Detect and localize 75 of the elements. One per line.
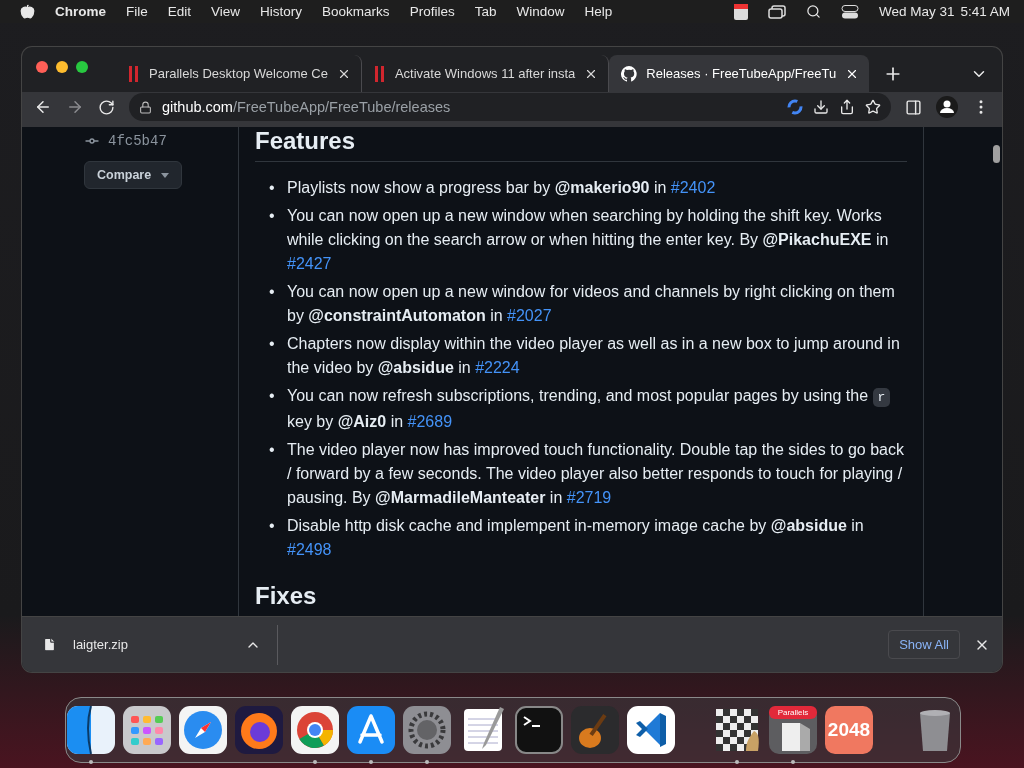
caret-icon bbox=[161, 172, 170, 178]
scrollbar-thumb[interactable] bbox=[993, 145, 1000, 163]
menu-item[interactable]: Profiles bbox=[409, 4, 455, 19]
reload-icon[interactable] bbox=[98, 98, 115, 116]
menu-date[interactable]: Wed May 31 bbox=[878, 4, 955, 19]
bullet: • bbox=[269, 440, 276, 460]
double-bar-icon bbox=[373, 65, 386, 82]
compare-button[interactable]: Compare bbox=[84, 161, 183, 189]
search-icon[interactable] bbox=[805, 4, 821, 19]
issue-link[interactable]: #2027 bbox=[507, 307, 552, 324]
bullet: • bbox=[269, 386, 276, 406]
menu-item[interactable]: Chrome bbox=[55, 4, 106, 19]
guitar-app-icon[interactable] bbox=[570, 705, 620, 755]
commit-hash[interactable]: 4fc5b47 bbox=[108, 133, 167, 149]
key-code: r bbox=[872, 388, 891, 407]
back-icon[interactable] bbox=[34, 98, 52, 116]
menu-item[interactable]: Help bbox=[584, 4, 613, 19]
compass-app-icon[interactable] bbox=[178, 705, 228, 755]
star-icon[interactable] bbox=[865, 99, 881, 115]
double-bar-icon bbox=[128, 65, 140, 82]
app-label: 2048 bbox=[827, 719, 871, 741]
side-panel-icon[interactable] bbox=[905, 98, 922, 116]
feature-item: The video player now has improved touch functionality. Double tap the sides to go back / forward by a few seconds. The video player also better responds to touch for playing / pausing. By @MarmadileManteater in #2719 bbox=[287, 440, 904, 508]
app-grid-icon[interactable] bbox=[122, 705, 172, 755]
close-window-button[interactable] bbox=[36, 60, 48, 73]
feature-item: Playlists now show a progress bar by @makerio90 in #2402 bbox=[287, 178, 716, 198]
zoom-window-button[interactable] bbox=[76, 60, 88, 73]
issue-link[interactable]: #2402 bbox=[670, 179, 716, 196]
menu-item[interactable]: Tab bbox=[474, 4, 497, 19]
issue-link[interactable]: #2689 bbox=[407, 413, 453, 430]
tricolor-circle-app-icon[interactable] bbox=[290, 705, 340, 755]
address-field[interactable]: github.com/FreeTubeApp/FreeTube/releases bbox=[129, 93, 891, 121]
apple-menu-icon[interactable] bbox=[20, 4, 35, 19]
lock-icon bbox=[139, 100, 152, 114]
terminal-icon[interactable] bbox=[514, 705, 564, 755]
menu-time[interactable]: 5:41 AM bbox=[960, 4, 1010, 19]
feature-item: You can now open up a new window for videos and channels by right clicking on them by @constraintAutomaton in #2027 bbox=[287, 282, 896, 326]
minimize-window-button[interactable] bbox=[56, 60, 68, 73]
control-center-icon[interactable] bbox=[840, 4, 859, 19]
section-heading: Fixes bbox=[255, 582, 318, 610]
show-all-button[interactable]: Show All bbox=[888, 630, 960, 659]
ribbon-app-icon[interactable] bbox=[626, 705, 676, 755]
section-heading: Features bbox=[255, 127, 907, 162]
parallels-app-icon[interactable]: Parallels bbox=[768, 704, 818, 756]
issue-link[interactable]: #2224 bbox=[475, 359, 520, 376]
feature-item: Disable http disk cache and implempent in-memory image cache by @absidue in #2498 bbox=[287, 516, 865, 560]
download-icon[interactable] bbox=[813, 99, 829, 115]
bullet: • bbox=[269, 516, 276, 536]
menu-item[interactable]: Bookmarks bbox=[322, 4, 390, 19]
windows-status-icon[interactable] bbox=[767, 4, 786, 19]
issue-link[interactable]: #2719 bbox=[566, 489, 612, 506]
feature-item: You can now refresh subscriptions, trending, and most popular pages by using the r key by @Aiz0 in #2689 bbox=[287, 384, 904, 434]
menu-item[interactable]: Edit bbox=[167, 4, 192, 19]
forward-icon[interactable] bbox=[66, 98, 84, 116]
cat-icon bbox=[621, 65, 638, 82]
file-icon bbox=[42, 637, 57, 652]
issue-link[interactable]: #2498 bbox=[287, 541, 332, 558]
calendar-status-icon[interactable] bbox=[733, 3, 748, 20]
share-icon[interactable] bbox=[839, 99, 855, 115]
feature-item: You can now open up a new window when searching by holding the shift key. Works while clicking on the search arrow or when hitting the enter key. By @PikachuEXE in #2427 bbox=[287, 206, 890, 274]
app-label: Parallels bbox=[777, 708, 809, 717]
download-item[interactable]: laigter.zip bbox=[22, 624, 278, 665]
menu-item[interactable]: Window bbox=[516, 4, 565, 19]
browser-tab[interactable]: Releases · FreeTubeApp/FreeTu bbox=[609, 55, 870, 92]
issue-link[interactable]: #2427 bbox=[287, 255, 332, 272]
bullet: • bbox=[269, 206, 276, 226]
menu-item[interactable]: File bbox=[126, 4, 148, 19]
bullet: • bbox=[269, 334, 276, 354]
gear-app-icon[interactable] bbox=[402, 705, 452, 755]
bullet: • bbox=[269, 282, 276, 302]
bullet: • bbox=[269, 178, 276, 198]
menu-item[interactable]: History bbox=[260, 4, 303, 19]
profile-icon[interactable] bbox=[936, 96, 958, 118]
feature-item: Chapters now display within the video player as well as in a new box to jump around in the video by @absidue in #2224 bbox=[287, 334, 901, 378]
menu-item[interactable]: View bbox=[211, 4, 241, 19]
